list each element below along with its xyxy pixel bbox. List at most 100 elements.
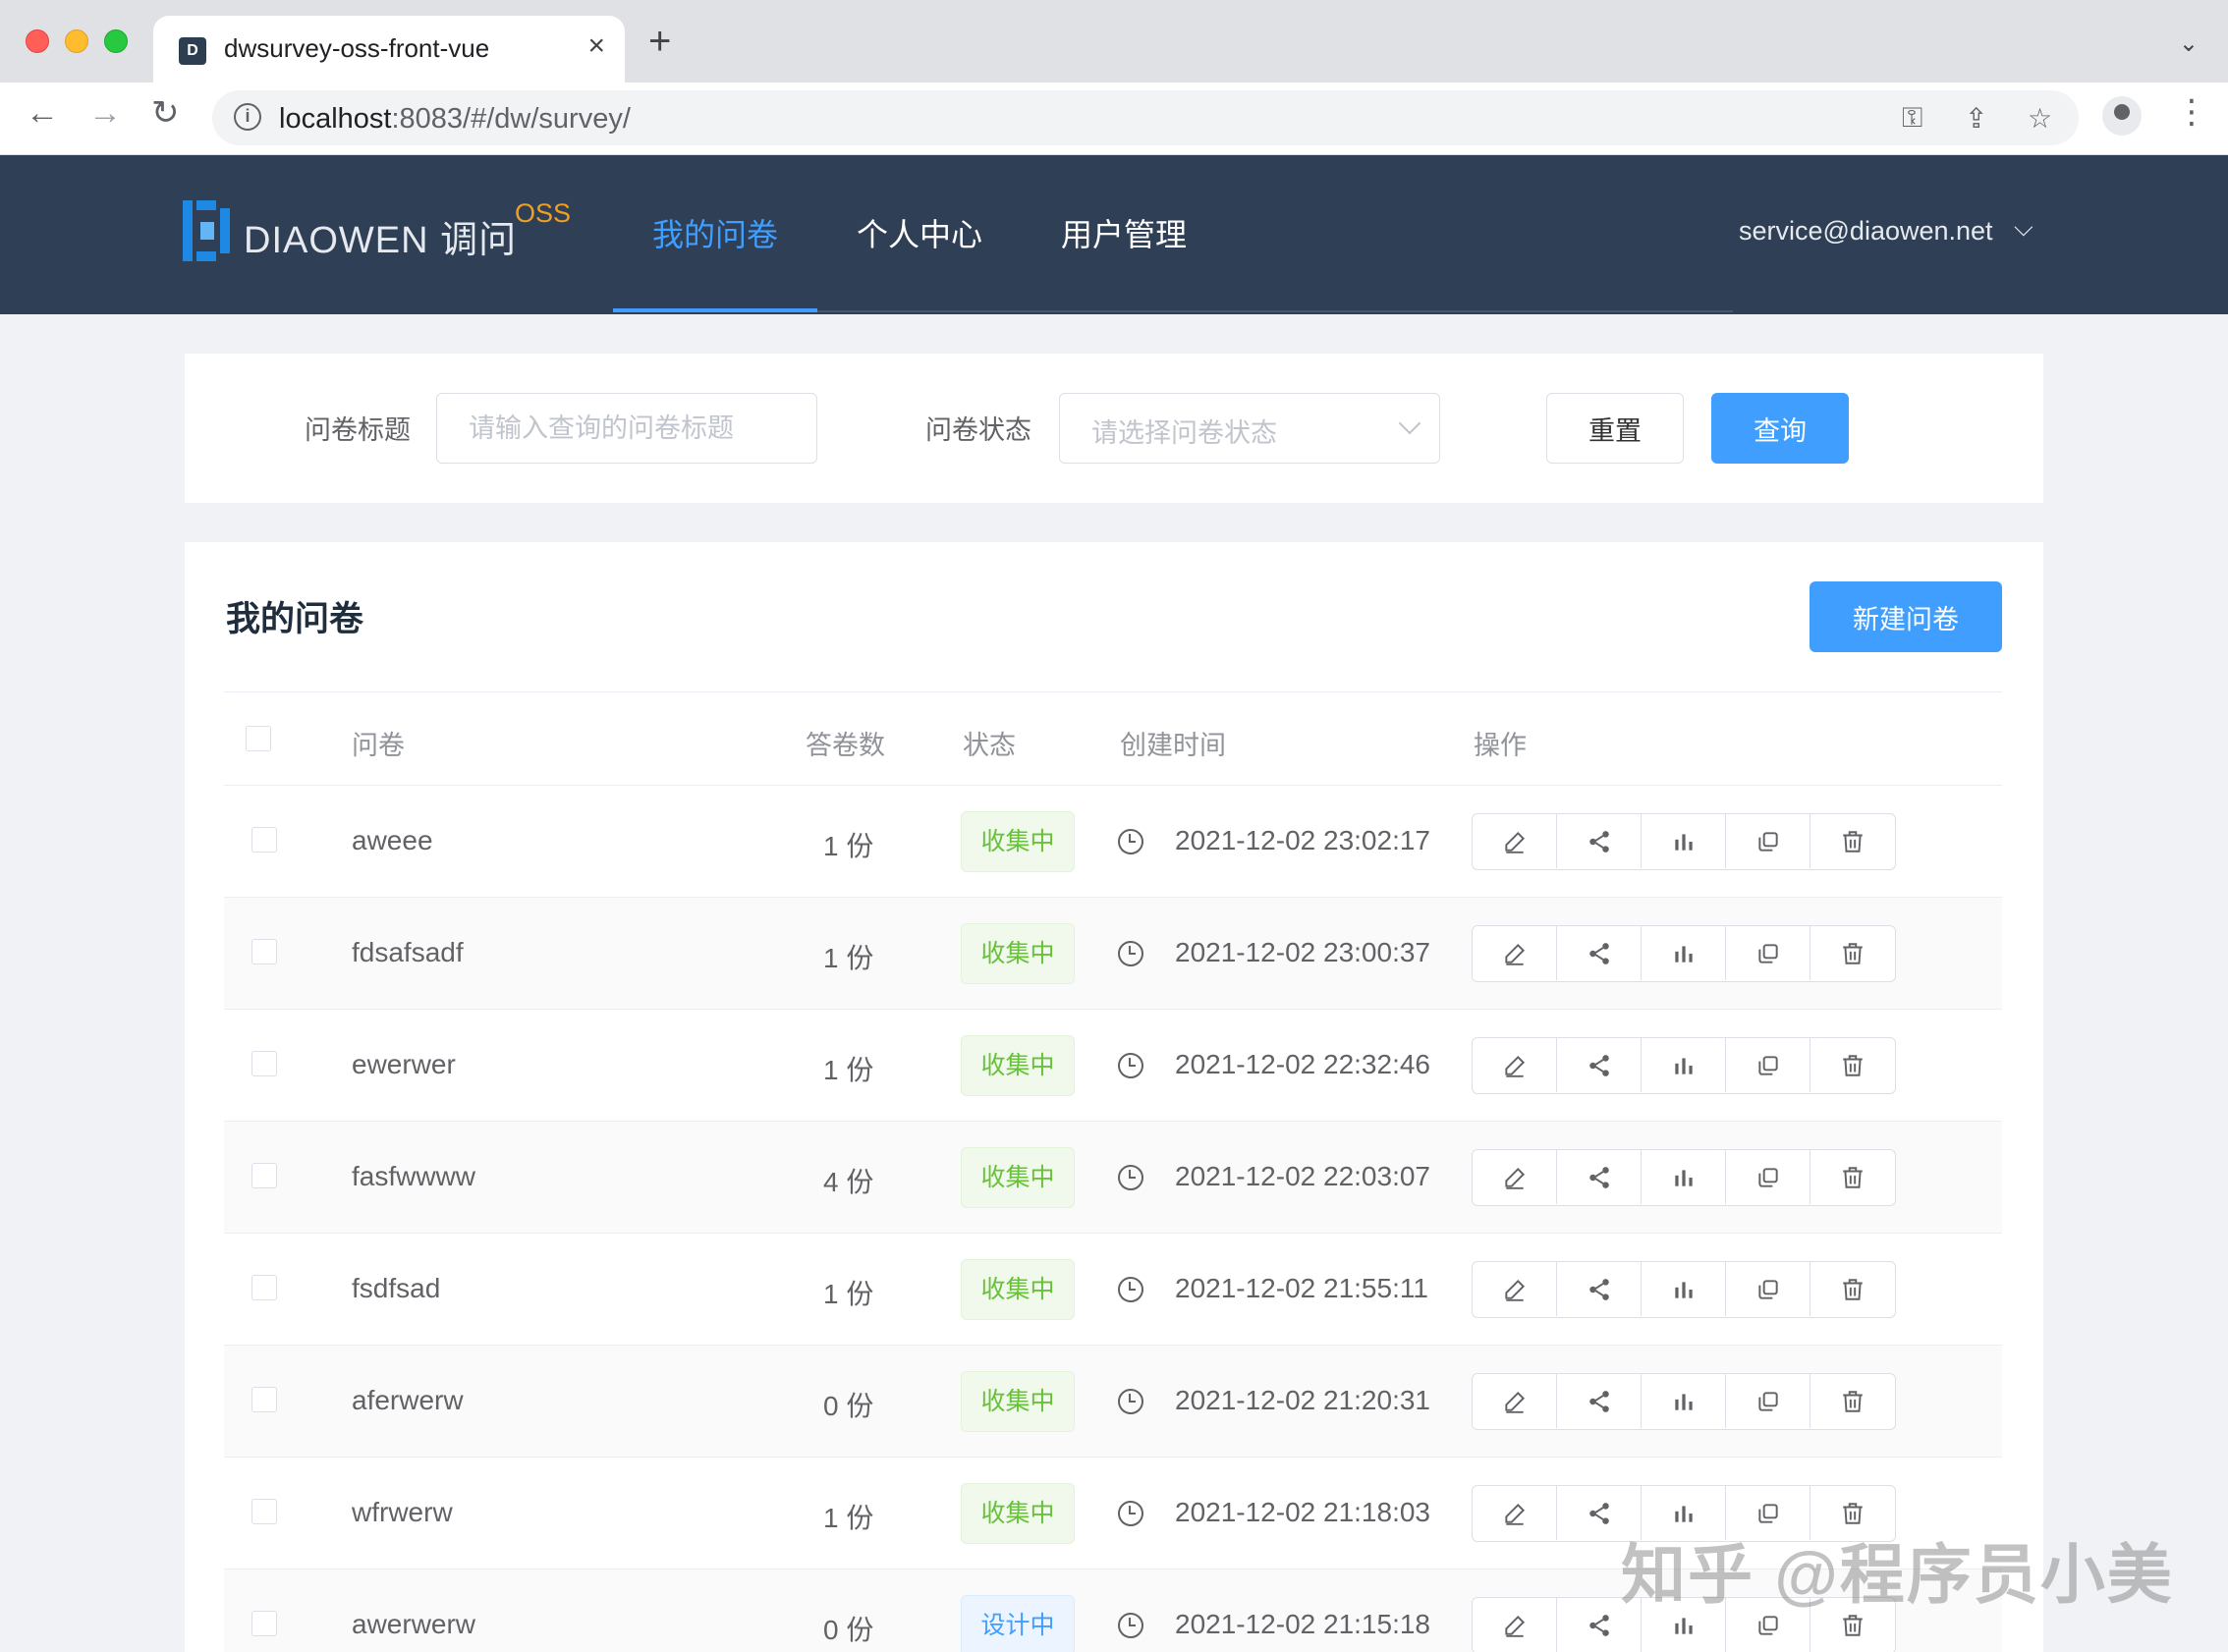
response-count: 0 份 [823, 1615, 874, 1645]
delete-button[interactable] [1810, 1374, 1895, 1428]
nav-user-management[interactable]: 用户管理 [1061, 210, 1187, 255]
stats-icon [1671, 1165, 1697, 1190]
survey-name[interactable]: aferwerw [352, 1385, 464, 1416]
clock-icon [1118, 1613, 1143, 1638]
user-menu-chevron-icon[interactable]: ⌵ [2014, 212, 2033, 244]
share-button[interactable] [1557, 1038, 1642, 1092]
status-badge: 收集中 [961, 923, 1075, 984]
row-checkbox[interactable] [251, 1499, 277, 1524]
edit-button[interactable] [1473, 1262, 1557, 1316]
survey-name[interactable]: awerwerw [352, 1609, 475, 1640]
tab-search-chevron-icon[interactable]: ⌄ [2179, 29, 2199, 58]
nav-my-surveys[interactable]: 我的问卷 [652, 210, 778, 255]
status-select[interactable]: 请选择问卷状态 [1059, 393, 1440, 464]
survey-name[interactable]: fdsafsadf [352, 937, 464, 968]
share-button[interactable] [1557, 814, 1642, 868]
window-minimize-button[interactable] [65, 29, 88, 53]
table-row: fdsafsadf 1 份 收集中 2021-12-02 23:00:37 [224, 898, 2002, 1010]
copy-button[interactable] [1726, 1374, 1810, 1428]
share-button[interactable] [1557, 1150, 1642, 1204]
row-checkbox[interactable] [251, 1051, 277, 1076]
back-arrow-icon[interactable]: ← [26, 96, 59, 130]
table-row: aweee 1 份 收集中 2021-12-02 23:02:17 [224, 786, 2002, 898]
edit-button[interactable] [1473, 1374, 1557, 1428]
edit-button[interactable] [1473, 926, 1557, 980]
copy-icon [1755, 1165, 1781, 1190]
row-checkbox[interactable] [251, 1611, 277, 1636]
browser-tab-bar: D dwsurvey-oss-front-vue × + ⌄ [0, 0, 2228, 83]
delete-icon [1840, 1389, 1866, 1414]
clock-icon [1118, 941, 1143, 966]
key-icon[interactable]: ⚿ [1902, 102, 1922, 135]
share-icon [1587, 829, 1612, 854]
status-badge: 收集中 [961, 1483, 1075, 1544]
share-button[interactable] [1557, 1374, 1642, 1428]
stats-button[interactable] [1642, 814, 1726, 868]
response-count: 1 份 [823, 1055, 874, 1085]
window-zoom-button[interactable] [104, 29, 128, 53]
stats-icon [1671, 941, 1697, 966]
user-email[interactable]: service@diaowen.net [1739, 216, 1993, 247]
reload-icon[interactable]: ↻ [151, 96, 180, 130]
copy-button[interactable] [1726, 1038, 1810, 1092]
query-button[interactable]: 查询 [1711, 393, 1849, 464]
nav-personal-center[interactable]: 个人中心 [857, 210, 982, 255]
copy-button[interactable] [1726, 926, 1810, 980]
stats-button[interactable] [1642, 1374, 1726, 1428]
browser-tab[interactable]: D dwsurvey-oss-front-vue × [153, 16, 625, 83]
tab-close-icon[interactable]: × [587, 29, 605, 63]
edit-button[interactable] [1473, 1150, 1557, 1204]
reset-button[interactable]: 重置 [1546, 393, 1684, 464]
stats-button[interactable] [1642, 926, 1726, 980]
site-info-icon[interactable]: i [234, 103, 261, 131]
stats-icon [1671, 1389, 1697, 1414]
edit-button[interactable] [1473, 1486, 1557, 1540]
row-checkbox[interactable] [251, 1275, 277, 1300]
stats-button[interactable] [1642, 1038, 1726, 1092]
share-button[interactable] [1557, 926, 1642, 980]
delete-button[interactable] [1810, 926, 1895, 980]
new-tab-icon[interactable]: + [648, 22, 671, 61]
row-checkbox[interactable] [251, 939, 277, 964]
stats-button[interactable] [1642, 1150, 1726, 1204]
browser-menu-icon[interactable]: ⋮ [2175, 92, 2208, 132]
survey-name[interactable]: wfrwerw [352, 1497, 453, 1528]
delete-button[interactable] [1810, 814, 1895, 868]
edit-button[interactable] [1473, 1598, 1557, 1652]
created-time: 2021-12-02 21:18:03 [1175, 1497, 1430, 1527]
copy-button[interactable] [1726, 1262, 1810, 1316]
window-close-button[interactable] [26, 29, 49, 53]
edit-button[interactable] [1473, 1038, 1557, 1092]
row-checkbox[interactable] [251, 827, 277, 853]
row-checkbox[interactable] [251, 1387, 277, 1412]
survey-name[interactable]: fasfwwww [352, 1161, 475, 1192]
stats-button[interactable] [1642, 1262, 1726, 1316]
address-bar[interactable]: i localhost:8083/#/dw/survey/ ⚿ ⇪ ☆ [212, 90, 2079, 145]
new-survey-button[interactable]: 新建问卷 [1810, 581, 2002, 652]
forward-arrow-icon[interactable]: → [88, 96, 122, 130]
delete-button[interactable] [1810, 1150, 1895, 1204]
url-host: localhost [279, 103, 392, 135]
copy-button[interactable] [1726, 814, 1810, 868]
row-actions [1472, 1373, 1896, 1430]
row-checkbox[interactable] [251, 1163, 277, 1188]
edit-icon [1502, 941, 1528, 966]
status-badge: 收集中 [961, 1147, 1075, 1208]
row-actions [1472, 925, 1896, 982]
survey-name[interactable]: aweee [352, 825, 433, 856]
survey-name[interactable]: ewerwer [352, 1049, 456, 1080]
table-row: fsdfsad 1 份 收集中 2021-12-02 21:55:11 [224, 1234, 2002, 1346]
share-button[interactable] [1557, 1262, 1642, 1316]
delete-button[interactable] [1810, 1262, 1895, 1316]
share-page-icon[interactable]: ⇪ [1965, 102, 1987, 135]
copy-button[interactable] [1726, 1150, 1810, 1204]
url-text: localhost:8083/#/dw/survey/ [279, 103, 631, 136]
delete-button[interactable] [1810, 1038, 1895, 1092]
survey-name[interactable]: fsdfsad [352, 1273, 440, 1304]
title-search-input[interactable] [436, 393, 817, 464]
select-all-checkbox[interactable] [246, 726, 271, 751]
delete-icon [1840, 829, 1866, 854]
profile-avatar-icon[interactable] [2102, 96, 2142, 136]
edit-button[interactable] [1473, 814, 1557, 868]
bookmark-star-icon[interactable]: ☆ [2028, 102, 2052, 135]
